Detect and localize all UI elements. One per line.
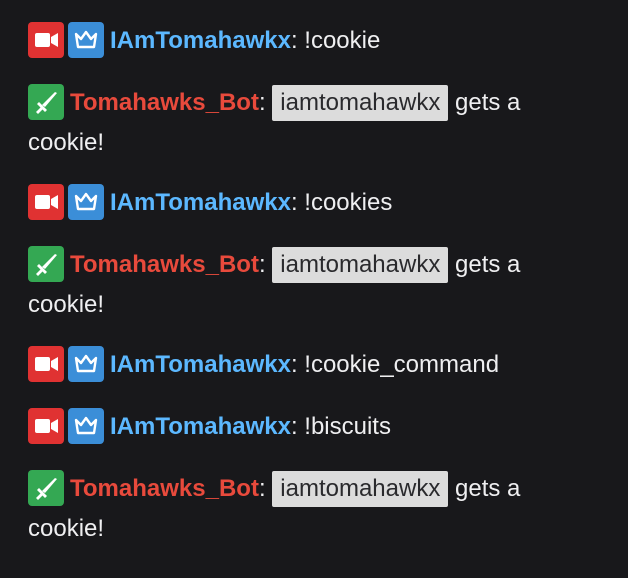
crown-icon[interactable] [68,407,104,444]
message-text: !cookie_command [304,351,500,378]
username[interactable]: IAmTomahawkx [110,189,291,216]
chat-message: Tomahawks_Bot: iamtomahawkx gets a cooki… [28,245,598,325]
separator: : [258,89,266,116]
username[interactable]: Tomahawks_Bot [70,251,259,278]
chat-message: IAmTomahawkx: !cookie_command [28,345,598,385]
mention[interactable]: iamtomahawkx [272,471,449,507]
separator: : [290,413,298,440]
chat-log: IAmTomahawkx: !cookie Tomahawks_Bot: iam… [0,0,628,578]
separator: : [258,251,266,278]
username[interactable]: IAmTomahawkx [110,27,291,54]
message-text: !cookie [304,27,381,54]
mention[interactable]: iamtomahawkx [272,85,449,121]
broadcaster-icon[interactable] [28,183,64,220]
sword-icon[interactable] [28,469,64,506]
separator: : [290,189,298,216]
username[interactable]: IAmTomahawkx [110,413,291,440]
crown-icon[interactable] [68,345,104,382]
chat-message: IAmTomahawkx: !cookies [28,183,598,223]
sword-icon[interactable] [28,83,64,120]
mention[interactable]: iamtomahawkx [272,247,449,283]
chat-message: IAmTomahawkx: !cookie [28,21,598,61]
separator: : [290,351,298,378]
crown-icon[interactable] [68,183,104,220]
chat-message: IAmTomahawkx: !biscuits [28,407,598,447]
crown-icon[interactable] [68,21,104,58]
username[interactable]: Tomahawks_Bot [70,475,259,502]
broadcaster-icon[interactable] [28,407,64,444]
broadcaster-icon[interactable] [28,21,64,58]
separator: : [258,475,266,502]
chat-message: Tomahawks_Bot: iamtomahawkx gets a cooki… [28,469,598,549]
username[interactable]: Tomahawks_Bot [70,89,259,116]
chat-message: Tomahawks_Bot: iamtomahawkx gets a cooki… [28,83,598,163]
sword-icon[interactable] [28,245,64,282]
username[interactable]: IAmTomahawkx [110,351,291,378]
message-text: !biscuits [304,413,391,440]
message-text: !cookies [304,189,393,216]
separator: : [290,27,298,54]
broadcaster-icon[interactable] [28,345,64,382]
